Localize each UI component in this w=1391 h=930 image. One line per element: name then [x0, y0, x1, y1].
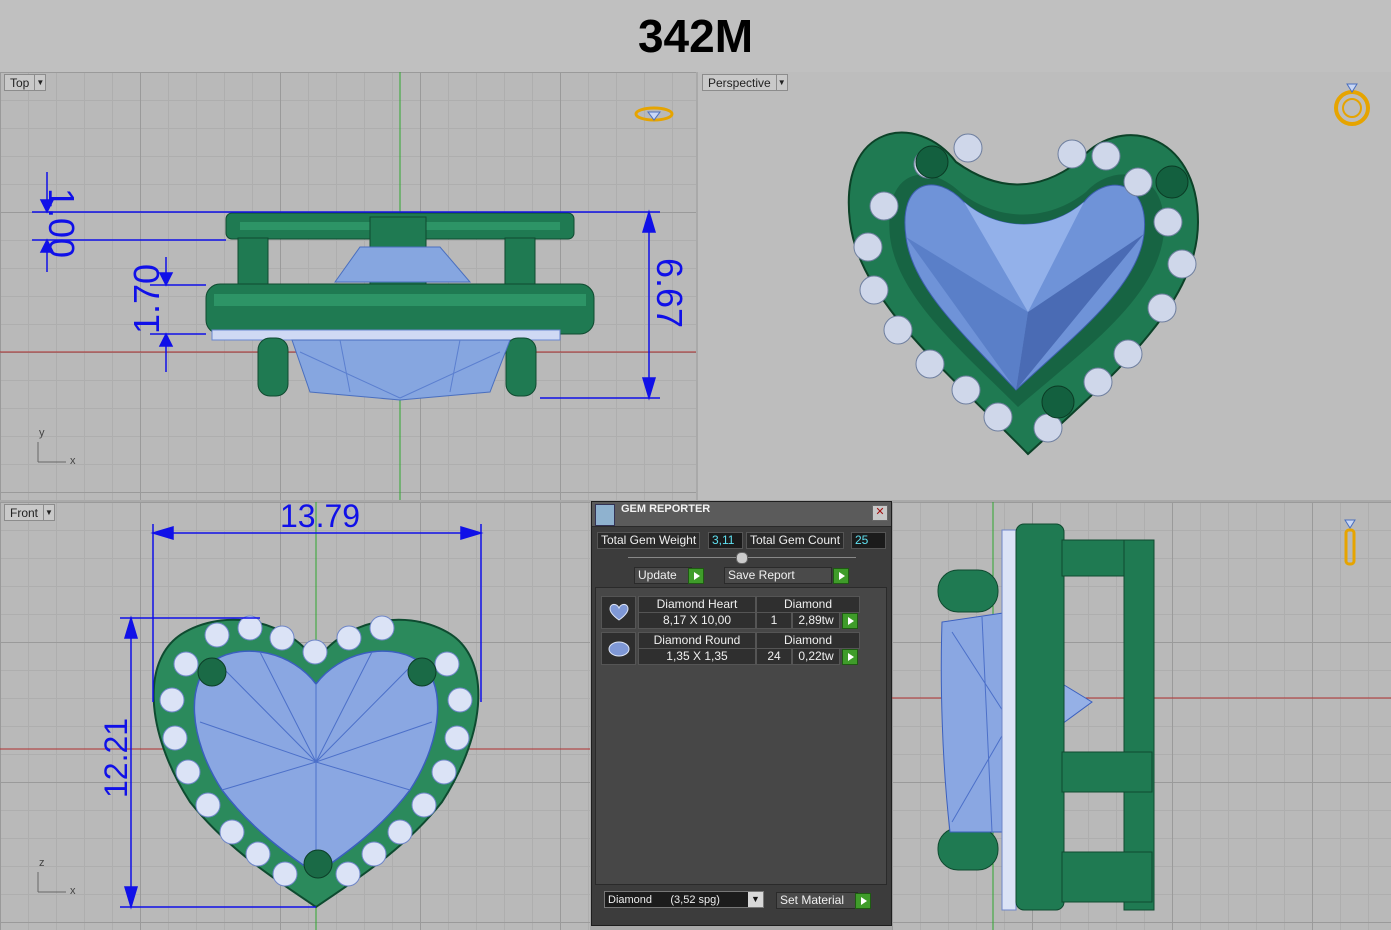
top-view-drawing [0, 72, 696, 500]
viewport-perspective[interactable]: Perspective ▼ [698, 72, 1391, 500]
gem-weight: 0,22tw [792, 648, 840, 665]
chevron-down-icon[interactable]: ▼ [748, 892, 763, 907]
splitter-handle[interactable] [736, 552, 748, 564]
row-go-icon[interactable] [842, 613, 858, 629]
viewport-name[interactable]: Perspective [702, 74, 777, 91]
gem-name: Diamond Heart [638, 596, 756, 613]
material-select[interactable]: Diamond (3,52 spg) ▼ [604, 891, 764, 908]
round-gem-icon [601, 632, 636, 665]
dimension-label: 6.67 [649, 258, 690, 329]
viewport-top[interactable]: y x 1.00 1.70 6.67 Top ▼ [0, 72, 696, 500]
heart-gem-icon [601, 596, 636, 629]
set-material-go-icon[interactable] [855, 893, 871, 909]
title-bar: 342M [0, 0, 1391, 72]
gem-name: Diamond Round [638, 632, 756, 649]
viewport-name[interactable]: Front [4, 504, 45, 521]
gem-count: 1 [756, 612, 792, 629]
axis-x-label: x [70, 455, 76, 467]
gem-reporter-title: GEM REPORTER [621, 503, 711, 515]
front-view-drawing [0, 502, 590, 930]
viewport-name[interactable]: Top [4, 74, 36, 91]
axis-x-label: x [70, 885, 76, 897]
gem-list[interactable]: Diamond Heart Diamond 8,17 X 10,00 1 2,8… [595, 587, 887, 885]
dimension-label: 13.79 [280, 502, 361, 534]
save-report-button[interactable]: Save Report [724, 567, 832, 584]
save-report-go-icon[interactable] [833, 568, 849, 584]
viewport-label-front[interactable]: Front ▼ [4, 504, 56, 521]
model-title: 342M [637, 10, 754, 62]
gem-reporter-header[interactable]: GEM REPORTER ✕ [592, 502, 891, 527]
ring-icon [1334, 83, 1370, 126]
gem-size: 8,17 X 10,00 [638, 612, 756, 629]
gem-weight: 2,89tw [792, 612, 840, 629]
dimension-label: 1.70 [126, 263, 167, 334]
gem-reporter-icon [595, 504, 615, 526]
total-weight-label: Total Gem Weight [597, 532, 701, 549]
gem-size: 1,35 X 1,35 [638, 648, 756, 665]
list-item[interactable]: Diamond Round Diamond 1,35 X 1,35 24 0,2… [601, 632, 860, 665]
viewport-front[interactable]: 13.79 12.21 z x Front ▼ [0, 502, 590, 930]
viewport-label-top[interactable]: Top ▼ [4, 74, 47, 91]
right-view-drawing [892, 502, 1391, 930]
chevron-down-icon[interactable]: ▼ [44, 504, 56, 521]
gem-count: 24 [756, 648, 792, 665]
update-go-icon[interactable] [688, 568, 704, 584]
viewport-label-perspective[interactable]: Perspective ▼ [702, 74, 788, 91]
axis-y-label: y [39, 427, 45, 439]
axis-z-label: z [39, 857, 45, 869]
total-count-value: 25 [851, 532, 886, 549]
chevron-down-icon[interactable]: ▼ [776, 74, 788, 91]
list-item[interactable]: Diamond Heart Diamond 8,17 X 10,00 1 2,8… [601, 596, 860, 629]
gem-material: Diamond [756, 596, 860, 613]
total-weight-value: 3,11 [708, 532, 743, 549]
row-go-icon[interactable] [842, 649, 858, 665]
gem-material: Diamond [756, 632, 860, 649]
close-button[interactable]: ✕ [872, 505, 888, 521]
set-material-button[interactable]: Set Material [776, 892, 858, 909]
total-count-label: Total Gem Count [746, 532, 845, 549]
dimension-label: 12.21 [98, 717, 134, 798]
material-select-value: Diamond (3,52 spg) [608, 894, 720, 906]
perspective-drawing [847, 83, 1370, 456]
ring-top-icon [634, 106, 674, 122]
ring-side-icon [1344, 519, 1356, 566]
dimension-label: 1.00 [41, 188, 82, 259]
update-button[interactable]: Update [634, 567, 692, 584]
viewport-right[interactable] [892, 502, 1391, 930]
gem-reporter-panel: GEM REPORTER ✕ Total Gem Weight 3,11 Tot… [591, 501, 892, 926]
chevron-down-icon[interactable]: ▼ [35, 74, 47, 91]
